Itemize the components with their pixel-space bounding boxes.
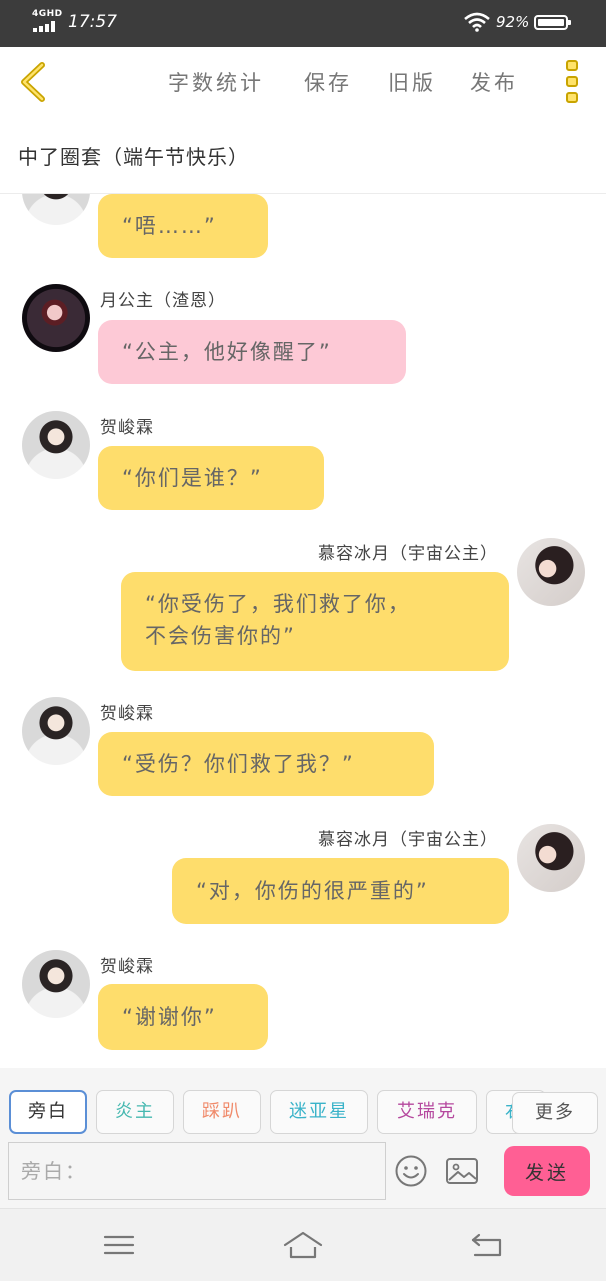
avatar[interactable] [22, 194, 90, 225]
avatar[interactable] [22, 697, 90, 765]
sender-name: 贺峻霖 [100, 418, 154, 438]
system-nav-bar [0, 1208, 606, 1281]
avatar[interactable] [517, 824, 585, 892]
message-bubble[interactable]: “你受伤了，我们救了你， 不会伤害你的” [121, 572, 509, 671]
avatar[interactable] [22, 411, 90, 479]
message-bubble[interactable]: “公主，他好像醒了” [98, 320, 406, 384]
role-chip[interactable]: 旁白 [9, 1090, 87, 1134]
role-chip[interactable]: 艾瑞克 [377, 1090, 477, 1134]
message-bubble[interactable]: “唔……” [98, 194, 268, 258]
back-icon[interactable] [467, 1229, 507, 1261]
sender-name: 贺峻霖 [100, 704, 154, 724]
menu-icon[interactable] [99, 1229, 139, 1261]
status-time: 17:57 [68, 12, 117, 32]
old-version-button[interactable]: 旧版 [388, 67, 436, 97]
message-bubble[interactable]: “谢谢你” [98, 984, 268, 1050]
editor-toolbar: 字数统计 保存 旧版 发布 [0, 47, 606, 118]
message-input[interactable] [8, 1142, 386, 1200]
role-chip[interactable]: 炎主 [96, 1090, 174, 1134]
message-line: “你受伤了，我们救了你， [145, 592, 411, 616]
more-vertical-icon[interactable] [560, 57, 588, 107]
smiley-icon[interactable] [394, 1154, 428, 1188]
sender-name: 贺峻霖 [100, 957, 154, 977]
composer: 旁白 炎主 踩趴 迷亚星 艾瑞克 右 更多 发送 [0, 1068, 606, 1208]
status-bar: 4GHD 17:57 92% [0, 0, 606, 47]
avatar[interactable] [22, 950, 90, 1018]
save-button[interactable]: 保存 [304, 67, 352, 97]
message-line: 不会伤害你的” [145, 624, 296, 648]
signal-icon [33, 21, 59, 32]
word-count-button[interactable]: 字数统计 [168, 67, 264, 97]
avatar[interactable] [22, 284, 90, 352]
home-icon[interactable] [283, 1229, 323, 1261]
role-chip[interactable]: 迷亚星 [270, 1090, 368, 1134]
story-title: 中了圈套（端午节快乐） [18, 145, 249, 169]
sender-name: 慕容冰月（宇宙公主） [318, 830, 498, 850]
more-roles-button[interactable]: 更多 [512, 1092, 598, 1134]
publish-button[interactable]: 发布 [470, 67, 518, 97]
network-type: 4GHD [32, 9, 63, 19]
role-chip[interactable]: 踩趴 [183, 1090, 261, 1134]
battery-icon [534, 15, 571, 30]
story-title-bar[interactable]: 中了圈套（端午节快乐） [0, 117, 606, 194]
sender-name: 月公主（渣恩） [100, 291, 226, 311]
message-bubble[interactable]: “你们是谁？” [98, 446, 324, 510]
battery-percent: 92% [496, 13, 530, 31]
send-button[interactable]: 发送 [504, 1146, 590, 1196]
image-icon[interactable] [445, 1156, 479, 1186]
sender-name: 慕容冰月（宇宙公主） [318, 544, 498, 564]
message-bubble[interactable]: “对，你伤的很严重的” [172, 858, 509, 924]
wifi-icon [464, 12, 490, 32]
chevron-left-icon[interactable] [12, 57, 56, 107]
message-bubble[interactable]: “受伤？你们救了我？” [98, 732, 434, 796]
avatar[interactable] [517, 538, 585, 606]
chat-area[interactable]: “唔……” 月公主（渣恩） “公主，他好像醒了” 贺峻霖 “你们是谁？” 慕容冰… [0, 194, 606, 1068]
